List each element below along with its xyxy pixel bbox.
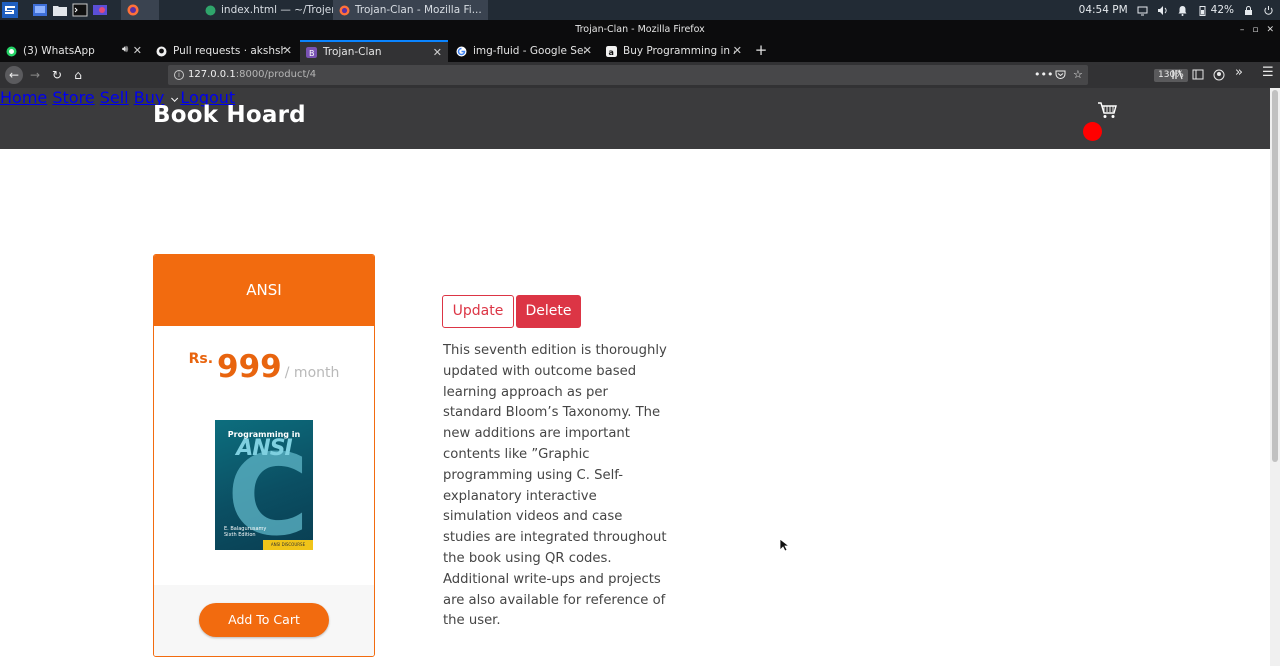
google-icon	[456, 46, 467, 56]
brand-logo[interactable]: Book Hoard	[153, 102, 306, 128]
volume-icon[interactable]	[1157, 5, 1168, 16]
tab-label: Pull requests · akshsharm	[173, 45, 285, 57]
url-host: 127.0.0.1	[188, 69, 236, 80]
delete-button[interactable]: Delete	[516, 295, 581, 328]
minimize-icon[interactable]: –	[1240, 20, 1245, 40]
tab-label: Buy Programming in ANSI	[623, 45, 735, 57]
tab-amazon[interactable]: a Buy Programming in ANSI ✕	[600, 40, 748, 62]
account-icon[interactable]	[1213, 69, 1225, 81]
taskbar-firefox-launcher[interactable]	[121, 0, 159, 20]
page-scrollbar[interactable]	[1270, 88, 1280, 666]
price-currency: Rs.	[188, 351, 214, 367]
tab-google-search[interactable]: img-fluid - Google Searc ✕	[450, 40, 598, 62]
nav-home[interactable]: Home	[0, 88, 47, 107]
price-period: / month	[284, 365, 340, 381]
site-info-icon[interactable]: i	[174, 70, 184, 80]
sidebar-icon[interactable]	[1192, 69, 1204, 80]
tab-strip: (3) WhatsApp 🔊︎ ✕ Pull requests · akshsh…	[0, 40, 1280, 62]
firefox-icon	[127, 4, 139, 16]
card-footer: Add To Cart	[154, 585, 374, 656]
taskbar-window-label: index.html — ~/Trojen/...	[221, 4, 352, 16]
url-bar[interactable]: i 127.0.0.1:8000/product/4 130% ••• ☆	[168, 65, 1188, 85]
start-menu-icon[interactable]	[2, 2, 18, 18]
display-icon[interactable]	[1137, 5, 1148, 16]
svg-text:B: B	[309, 49, 315, 58]
tab-label: img-fluid - Google Searc	[473, 45, 585, 57]
tab-trojan-clan[interactable]: B Trojan-Clan ✕	[300, 40, 448, 62]
reload-icon[interactable]: ↻	[49, 67, 65, 83]
add-to-cart-button[interactable]: Add To Cart	[199, 603, 329, 637]
tab-pull-requests[interactable]: Pull requests · akshsharm ✕	[150, 40, 298, 62]
cart-count-badge[interactable]	[1083, 122, 1102, 141]
close-icon[interactable]: ✕	[1266, 20, 1274, 40]
lock-icon[interactable]	[1243, 5, 1254, 16]
clock: 04:54 PM	[1078, 4, 1128, 16]
product-price: Rs. 999/ month	[154, 349, 374, 385]
taskbar-window-firefox[interactable]: Trojan-Clan - Mozilla Fi...	[333, 0, 488, 20]
mouse-cursor-icon	[779, 538, 789, 552]
price-amount: 999	[217, 349, 282, 385]
product-description: This seventh edition is thoroughly updat…	[443, 343, 667, 629]
product-card: ANSI Rs. 999/ month C Programming in ANSI…	[153, 254, 375, 657]
editor-icon	[205, 5, 216, 15]
forward-icon[interactable]: →	[27, 67, 43, 83]
window-titlebar: Trojan-Clan - Mozilla Firefox – ▫ ✕	[0, 20, 1280, 40]
tab-label: Trojan-Clan	[323, 46, 382, 58]
page-actions-icon[interactable]: •••	[1034, 65, 1053, 85]
hamburger-menu-icon[interactable]: ☰	[1262, 65, 1274, 80]
close-tab-icon[interactable]: ✕	[583, 44, 592, 57]
url-path: :8000/product/4	[235, 69, 317, 80]
screenshot-tool-icon[interactable]	[92, 2, 108, 18]
battery-percentage: 42%	[1210, 4, 1234, 16]
scrollbar-thumb[interactable]	[1272, 90, 1278, 462]
battery-icon[interactable]	[1197, 5, 1208, 16]
book-cover-line2: ANSI	[236, 436, 292, 461]
chevron-down-icon	[171, 94, 179, 102]
close-tab-icon[interactable]: ✕	[433, 46, 442, 59]
web-page: Book Hoard Home Store Sell Buy Logout AN…	[0, 88, 1270, 666]
taskbar-window-label: Trojan-Clan - Mozilla Fi...	[355, 4, 482, 16]
svg-text:a: a	[609, 48, 614, 57]
terminal-icon[interactable]	[72, 2, 88, 18]
system-tray: 04:54 PM 42%	[1079, 0, 1274, 20]
close-tab-icon[interactable]: ✕	[283, 44, 292, 57]
amazon-icon: a	[606, 45, 617, 57]
product-title: ANSI	[154, 255, 374, 326]
desktop-icon[interactable]	[32, 2, 48, 18]
notification-bell-icon[interactable]	[1177, 5, 1188, 16]
site-header: Book Hoard Home Store Sell Buy Logout	[0, 88, 1270, 149]
new-tab-icon[interactable]: +	[754, 40, 768, 62]
nav-store[interactable]: Store	[52, 88, 94, 107]
book-cover-image: C Programming in ANSI E. Balagurusamy Six…	[215, 420, 313, 550]
update-button[interactable]: Update	[442, 295, 514, 328]
os-taskbar: index.html — ~/Trojen/... Trojan-Clan - …	[0, 0, 1280, 20]
file-manager-icon[interactable]	[52, 2, 68, 18]
home-icon[interactable]: ⌂	[70, 67, 86, 83]
shopping-cart-icon[interactable]	[1097, 101, 1117, 119]
book-cover-strip: ANSI DISCOURSE EDITION	[263, 540, 313, 550]
book-cover-author: E. Balagurusamy Sixth Edition	[224, 526, 267, 538]
nav-sell[interactable]: Sell	[100, 88, 129, 107]
maximize-icon[interactable]: ▫	[1252, 20, 1258, 40]
github-icon	[156, 46, 167, 56]
browser-toolbar: ← → ↻ ⌂ i 127.0.0.1:8000/product/4 130% …	[0, 62, 1280, 88]
pocket-icon[interactable]	[1055, 70, 1066, 80]
bootstrap-icon: B	[306, 46, 317, 58]
whatsapp-icon	[6, 46, 17, 56]
tab-label: (3) WhatsApp	[23, 45, 95, 57]
back-icon[interactable]: ←	[5, 66, 23, 84]
speaker-icon[interactable]: 🔊︎	[122, 44, 128, 55]
firefox-icon	[339, 5, 350, 15]
close-tab-icon[interactable]: ✕	[733, 44, 742, 57]
library-icon[interactable]	[1172, 69, 1184, 80]
window-title: Trojan-Clan - Mozilla Firefox	[575, 24, 705, 35]
tab-whatsapp[interactable]: (3) WhatsApp 🔊︎ ✕	[0, 40, 148, 62]
close-tab-icon[interactable]: ✕	[133, 44, 142, 57]
power-icon[interactable]	[1263, 5, 1274, 16]
overflow-menu-icon[interactable]: »	[1235, 65, 1243, 80]
bookmark-star-icon[interactable]: ☆	[1073, 65, 1083, 85]
